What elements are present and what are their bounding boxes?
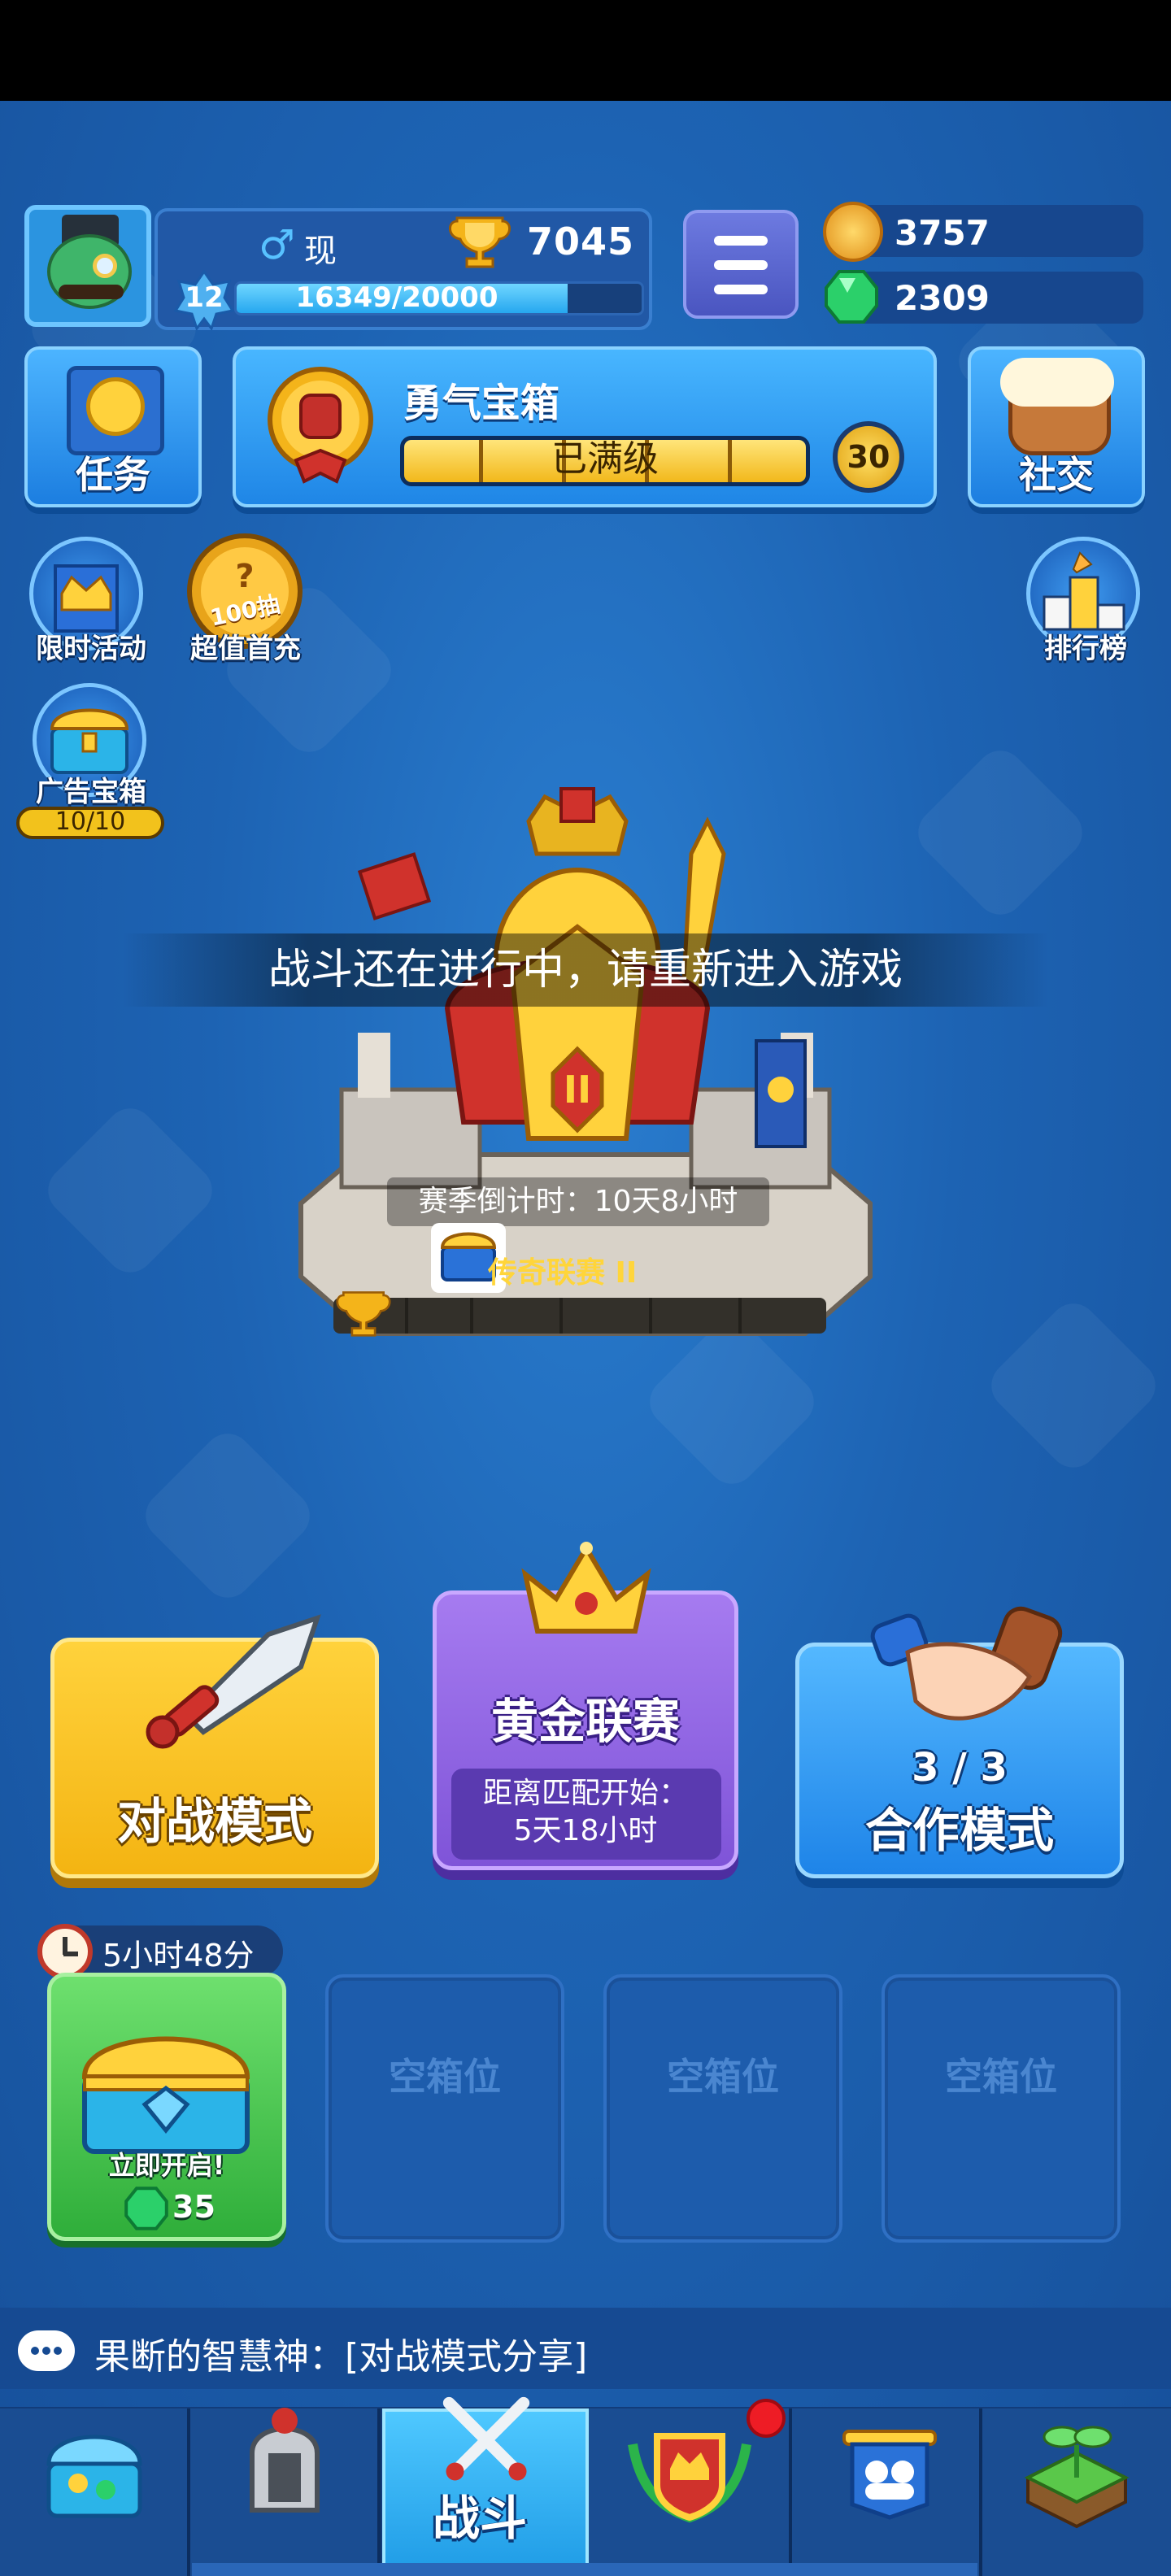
social-label: 社交 [1019, 453, 1094, 497]
gold-league-countdown-value: 5天18小时 [513, 1814, 658, 1847]
sprout-island-icon [1024, 2426, 1130, 2529]
gem-cost: 35 [172, 2189, 215, 2225]
empty-slot-label: 空箱位 [945, 2055, 1057, 2099]
courage-status: 已满级 [551, 438, 659, 480]
player-name: 现 [304, 233, 337, 270]
chat-bubble-icon [18, 2330, 75, 2371]
team-banner-icon [842, 2430, 937, 2520]
crossed-swords-icon [442, 2396, 530, 2481]
open-now-label: 立即开启! [108, 2150, 225, 2181]
empty-slot-label: 空箱位 [667, 2055, 779, 2099]
crown-shield-icon [628, 2433, 751, 2523]
golden-chest-icon [81, 2036, 250, 2154]
coin-amount: 3757 [895, 213, 990, 253]
leaderboard-label: 排行榜 [1044, 633, 1127, 665]
menu-icon [714, 236, 768, 246]
chest-slot-2[interactable] [325, 1974, 564, 2243]
gold-league-countdown-label: 距离匹配开始： [482, 1777, 688, 1810]
gold-league-label: 黄金联赛 [490, 1694, 680, 1749]
trophy-count: 7045 [527, 220, 635, 263]
first-recharge-label: 超值首充 [190, 633, 301, 665]
gem-cost-icon [124, 2187, 168, 2230]
gem-icon [825, 270, 878, 324]
chest-slot-4[interactable] [882, 1974, 1121, 2243]
coin-icon [823, 202, 883, 262]
chest-shop-icon [46, 2435, 142, 2518]
fist-badge-icon [268, 367, 373, 484]
knight-helmet-icon [250, 2408, 320, 2513]
checkmark-icon [86, 377, 145, 436]
xp-text: 16349/20000 [295, 281, 498, 314]
gender-icon: ♂ [259, 221, 295, 268]
league-name: 传奇联赛 II [488, 1256, 638, 1290]
nav-bottom-strip [192, 2563, 977, 2576]
reconnect-notice-text: 战斗还在进行中，请重新进入游戏 [268, 946, 903, 994]
league-trophy-icon [336, 1291, 391, 1337]
coin-balance[interactable] [838, 205, 1143, 257]
crown-icon [521, 1542, 651, 1634]
chest-timer: 5小时48分 [102, 1938, 255, 1973]
ad-chest-label: 广告宝箱 [36, 776, 146, 808]
clock-icon [37, 1924, 93, 1979]
sword-icon [146, 1614, 321, 1749]
main-menu-button[interactable] [683, 210, 799, 319]
gem-amount: 2309 [895, 278, 990, 318]
emblem-numeral: II [564, 1068, 591, 1112]
empty-slot-label: 空箱位 [389, 2055, 501, 2099]
limited-event-label: 限时活动 [36, 633, 146, 665]
courage-chest-title: 勇气宝箱 [403, 381, 560, 426]
tasks-label: 任务 [76, 453, 150, 497]
season-countdown: 赛季倒计时：10天8小时 [387, 1177, 769, 1226]
ad-chest-count: 10/10 [54, 807, 126, 836]
nav-battle-label: 战斗 [432, 2491, 527, 2546]
player-level: 12 [185, 281, 224, 314]
chat-message: 果断的智慧神：[对战模式分享] [94, 2336, 588, 2378]
gem-balance[interactable] [838, 272, 1143, 324]
status-bar [0, 0, 1171, 101]
chest-slot-3[interactable] [603, 1974, 842, 2243]
battle-mode-label: 对战模式 [117, 1794, 312, 1851]
coop-count: 3 / 3 [912, 1745, 1008, 1791]
player-avatar[interactable] [24, 205, 151, 327]
notification-dot [747, 2399, 786, 2438]
courage-level-badge: 30 [833, 421, 904, 493]
svg-text:?: ? [235, 558, 254, 595]
coop-mode-label: 合作模式 [864, 1803, 1054, 1858]
handshake-icon [870, 1606, 1063, 1721]
trophy-icon [449, 216, 511, 268]
